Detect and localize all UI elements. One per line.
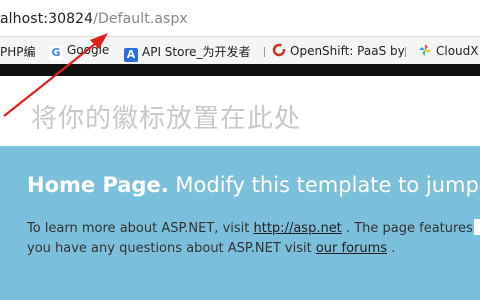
asp-net-link[interactable]: http://asp.net	[254, 221, 342, 236]
header-strip	[0, 64, 480, 76]
url-text[interactable]: alhost:30824/Default.aspx	[0, 11, 188, 27]
bookmarks-bar: PHP编 G Google A API Store_为开发者 OpenShift: …	[0, 36, 480, 65]
featured-title-rest: Modify this template to jump	[175, 173, 479, 197]
url-path: /Default.aspx	[93, 11, 188, 27]
bookmark-cloudx[interactable]: CloudX	[418, 43, 479, 60]
bookmark-php[interactable]: PHP编	[0, 43, 36, 60]
url-host: alhost:30824	[0, 11, 94, 27]
bookmark-label: OpenShift: PaaS by	[290, 44, 405, 58]
cloudx-icon	[418, 43, 432, 57]
google-icon: G	[49, 46, 63, 60]
featured-text-line1: To learn more about ASP.NET, visit http:…	[27, 221, 473, 236]
bookmark-label: Google	[67, 43, 110, 57]
bookmark-separator	[405, 47, 406, 57]
featured-text: .	[391, 241, 396, 256]
bookmark-label: PHP编	[0, 45, 36, 59]
openshift-icon	[272, 43, 286, 57]
bookmark-separator	[264, 47, 265, 57]
bookmark-label: API Store_为开发者	[142, 45, 251, 59]
featured-title-bold: Home Page.	[27, 173, 169, 197]
site-header: 将你的徽标放置在此处	[0, 76, 480, 146]
bookmark-openshift[interactable]: OpenShift: PaaS by	[272, 43, 405, 60]
address-bar[interactable]: alhost:30824/Default.aspx	[0, 0, 480, 36]
featured-text: . The page features	[345, 221, 473, 236]
bookmark-api-store[interactable]: A API Store_为开发者	[124, 43, 251, 62]
featured-title: Home Page. Modify this template to jump	[27, 173, 479, 197]
forums-link[interactable]: our forums	[316, 241, 387, 256]
featured-section: Home Page. Modify this template to jump …	[0, 146, 480, 300]
featured-text-line2: you have any questions about ASP.NET vis…	[27, 241, 395, 256]
bookmark-google[interactable]: G Google	[49, 43, 109, 60]
text-cursor	[474, 219, 480, 235]
featured-text: you have any questions about ASP.NET vis…	[27, 241, 312, 256]
site-logo-placeholder[interactable]: 将你的徽标放置在此处	[31, 98, 301, 135]
bookmark-label: CloudX	[436, 44, 479, 58]
featured-text: To learn more about ASP.NET, visit	[27, 221, 250, 236]
api-store-icon: A	[124, 48, 138, 62]
